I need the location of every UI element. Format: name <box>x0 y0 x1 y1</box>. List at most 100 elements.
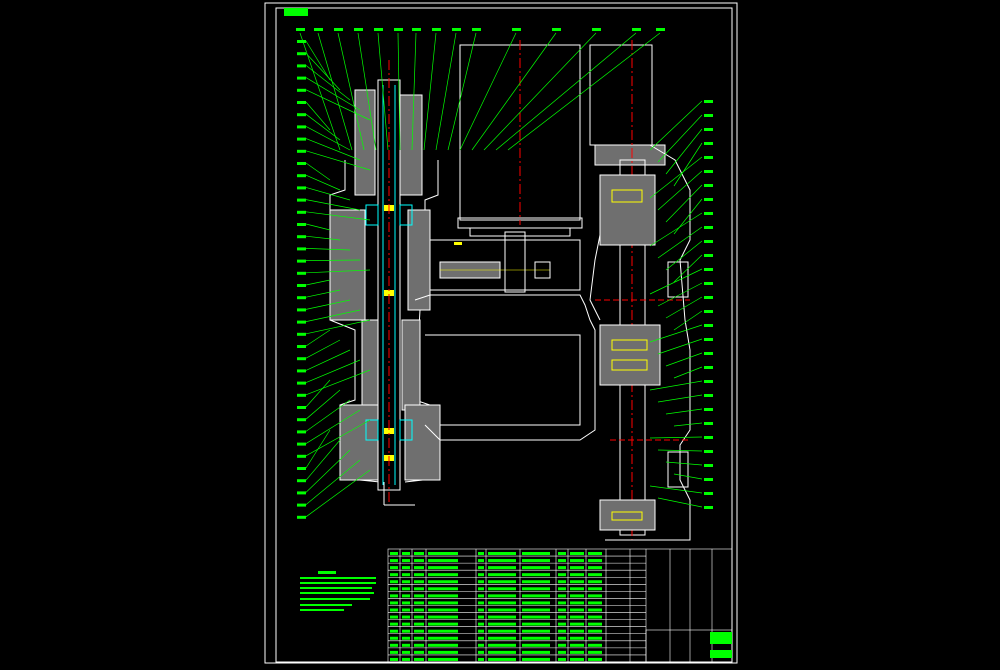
table-cell-text <box>488 580 516 584</box>
table-cell-text <box>588 608 602 612</box>
table-cell-text <box>414 559 424 563</box>
table-cell-text <box>390 636 398 640</box>
table-cell-text <box>390 587 398 591</box>
leader-line <box>665 240 703 271</box>
table-cell-text <box>570 552 584 555</box>
balloon-label <box>704 184 713 187</box>
leader-line <box>317 32 353 151</box>
balloon-label <box>374 28 383 31</box>
table-cell-text <box>414 657 424 661</box>
table-cell-text <box>488 636 516 640</box>
table-cell-text <box>588 650 602 654</box>
balloon-label <box>297 101 306 104</box>
balloon-label <box>297 76 306 80</box>
table-cell-text <box>414 622 424 626</box>
table-cell-text <box>588 601 602 605</box>
balloon-label <box>704 394 713 397</box>
mechanical-assembly-drawing[interactable] <box>0 0 1000 666</box>
table-cell-text <box>522 622 550 626</box>
table-cell-text <box>390 559 398 563</box>
balloon-label <box>704 450 713 453</box>
table-cell-text <box>588 552 602 555</box>
balloon-label <box>297 64 306 68</box>
table-cell-text <box>488 657 516 661</box>
table-cell-text <box>402 636 410 640</box>
table-cell-text <box>402 587 410 591</box>
table-cell-text <box>414 608 424 612</box>
table-cell-text <box>402 566 410 570</box>
table-cell-text <box>428 608 458 612</box>
balloon-label <box>297 88 306 92</box>
balloon-label <box>297 210 306 214</box>
table-cell-text <box>588 566 602 570</box>
table-cell-text <box>414 643 424 647</box>
balloon-label <box>704 492 713 495</box>
balloon-label <box>704 296 713 299</box>
table-cell-text <box>428 601 458 605</box>
table-cell-text <box>428 615 458 619</box>
table-cell-text <box>558 650 566 654</box>
table-cell-text <box>478 580 484 584</box>
table-cell-text <box>558 559 566 563</box>
leader-line <box>665 352 703 367</box>
table-cell-text <box>558 580 566 584</box>
balloon-label <box>297 479 306 483</box>
table-cell-text <box>522 552 550 555</box>
leader-line <box>471 32 557 151</box>
table-cell-text <box>558 587 566 591</box>
table-cell-text <box>588 629 602 633</box>
table-cell-text <box>522 650 550 654</box>
balloon-label <box>297 406 306 409</box>
table-cell-text <box>570 601 584 605</box>
table-cell-text <box>558 657 566 661</box>
table-cell-text <box>522 587 550 591</box>
cad-drawing-viewer[interactable] <box>0 0 1000 666</box>
table-cell-text <box>558 615 566 619</box>
balloon-label <box>704 478 713 481</box>
balloon-label <box>297 467 306 470</box>
leader-line <box>305 223 331 231</box>
table-cell-text <box>428 566 458 570</box>
leader-line <box>305 319 371 335</box>
balloon-label <box>297 284 306 287</box>
balloon-label <box>297 381 306 385</box>
table-cell-text <box>428 622 458 626</box>
table-cell-text <box>478 566 484 570</box>
table-cell-text <box>522 601 550 605</box>
balloon-label <box>314 28 323 31</box>
balloon-label <box>297 296 306 300</box>
balloon-label <box>704 408 713 411</box>
table-cell-text <box>428 643 458 647</box>
leader-line <box>305 279 331 286</box>
table-cell-text <box>558 594 566 598</box>
leader-line <box>459 32 517 151</box>
table-cell-text <box>558 566 566 570</box>
table-cell-text <box>402 622 410 626</box>
leader-line <box>305 52 341 91</box>
table-cell-text <box>390 650 398 654</box>
balloon-label <box>297 320 306 324</box>
table-cell-text <box>522 615 550 619</box>
table-cell-text <box>488 573 516 577</box>
balloon-label <box>297 430 306 434</box>
balloon-label <box>297 52 306 56</box>
balloon-label <box>297 40 306 43</box>
table-cell-text <box>488 650 516 654</box>
table-cell-text <box>570 622 584 626</box>
balloon-label <box>704 156 713 159</box>
table-cell-text <box>428 559 458 563</box>
balloon-label <box>297 271 306 275</box>
table-cell-text <box>390 615 398 619</box>
balloon-label <box>297 162 306 165</box>
vertical-shaft-assembly <box>589 40 691 541</box>
leader-line <box>665 461 703 466</box>
table-cell-text <box>390 566 398 570</box>
table-cell-text <box>570 566 584 570</box>
table-cell-text <box>570 643 584 647</box>
table-cell-text <box>478 552 484 555</box>
balloon-label <box>297 393 306 397</box>
balloon-label <box>656 28 665 31</box>
table-cell-text <box>402 594 410 598</box>
table-cell-text <box>522 643 550 647</box>
balloon-label <box>704 324 713 327</box>
